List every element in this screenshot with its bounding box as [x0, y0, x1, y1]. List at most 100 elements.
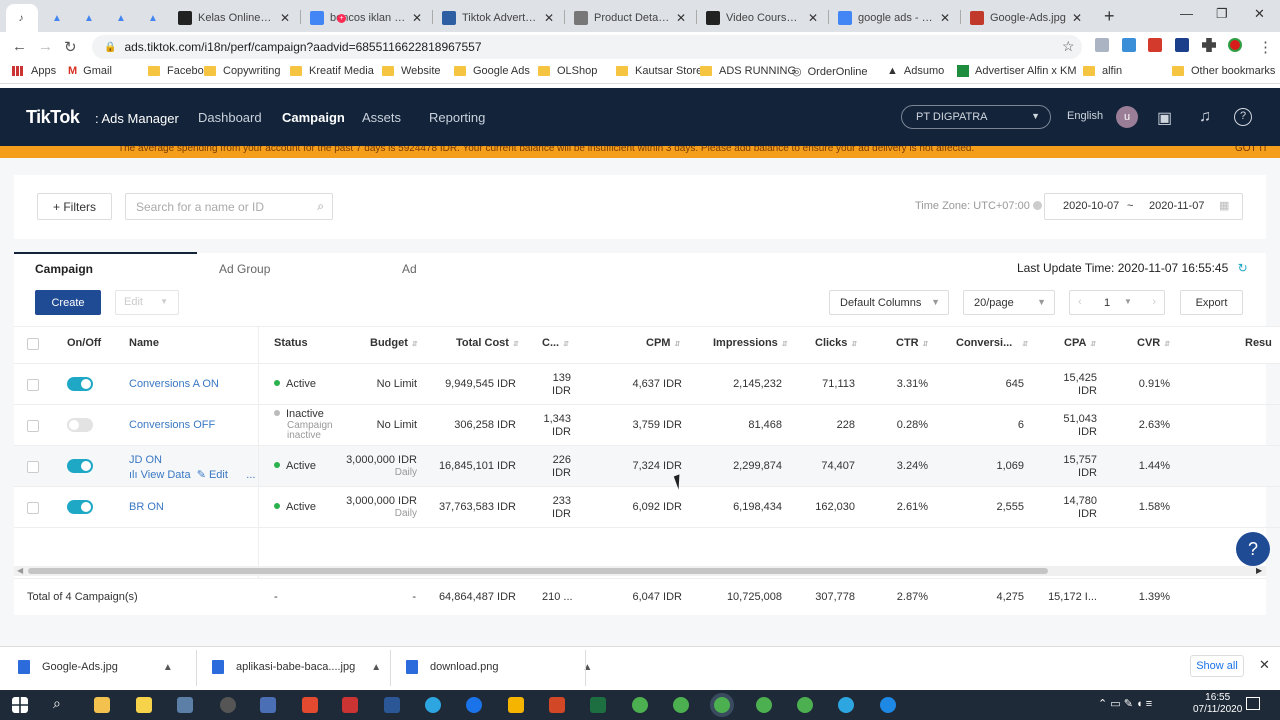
chevron-up-icon[interactable]: ▲: [163, 662, 173, 673]
create-button[interactable]: Create: [35, 290, 101, 315]
campaign-toggle[interactable]: [67, 459, 93, 473]
bookmark-item[interactable]: OLShop: [538, 65, 597, 77]
sticky-notes-icon[interactable]: [136, 697, 152, 713]
close-tab-icon[interactable]: ✕: [1072, 11, 1082, 25]
campaign-toggle[interactable]: [67, 418, 93, 432]
view-data-link[interactable]: View Data: [141, 469, 191, 481]
tab-google-ads-3[interactable]: ▲: [106, 4, 134, 32]
app-icon[interactable]: [342, 697, 358, 713]
column-cpm[interactable]: CPM ⇵: [646, 337, 680, 349]
tab-ad[interactable]: Ad: [402, 262, 417, 276]
bookmark-item[interactable]: Advertiser Alfin x KM: [957, 65, 1076, 77]
pagination[interactable]: ‹ 1 ▼ ›: [1069, 290, 1165, 315]
row-checkbox[interactable]: [27, 461, 39, 473]
tab-campaign[interactable]: Campaign: [35, 262, 93, 276]
campaign-name-link[interactable]: Conversions A ON: [129, 378, 219, 390]
next-page-icon[interactable]: ›: [1152, 296, 1156, 308]
scrollbar-thumb[interactable]: [28, 568, 1048, 574]
export-button[interactable]: Export: [1180, 290, 1243, 315]
tray-icons[interactable]: ⌃ ▭ ✎ ◖ ≡: [1098, 697, 1152, 710]
bookmark-item[interactable]: Google Ads: [454, 65, 530, 77]
browser-tab[interactable]: boncos iklan - Google✕: [302, 4, 430, 32]
sort-icon[interactable]: ⇵: [923, 341, 929, 348]
bookmark-item[interactable]: ▲ Adsumo: [887, 65, 944, 77]
browser-tab[interactable]: Tiktok Advertising ✕: [434, 4, 562, 32]
scroll-right-icon[interactable]: ▶: [1256, 566, 1262, 575]
bell-icon[interactable]: ♫: [1199, 108, 1211, 126]
close-window-button[interactable]: ✕: [1254, 6, 1265, 22]
sort-icon[interactable]: ⇵: [674, 341, 680, 348]
app-icon[interactable]: [302, 697, 318, 713]
telegram-icon[interactable]: [425, 697, 441, 713]
bookmark-item[interactable]: ◎ OrderOnline: [792, 65, 868, 79]
chrome-icon[interactable]: [756, 697, 772, 713]
close-tab-icon[interactable]: ✕: [280, 11, 290, 25]
word-icon[interactable]: [384, 697, 400, 713]
close-tab-icon[interactable]: ✕: [544, 11, 554, 25]
telegram-icon[interactable]: [838, 697, 854, 713]
chevron-up-icon[interactable]: ▲: [371, 662, 381, 673]
bookmark-item[interactable]: alfin: [1083, 65, 1122, 77]
taskbar-clock[interactable]: 16:55 07/11/2020: [1193, 692, 1242, 716]
chevron-up-icon[interactable]: ▲: [583, 662, 593, 673]
bookmark-item[interactable]: Copywriting: [204, 65, 280, 77]
prev-page-icon[interactable]: ‹: [1078, 296, 1082, 308]
app-icon[interactable]: [880, 697, 896, 713]
refresh-icon[interactable]: ↻: [1238, 261, 1248, 275]
language-selector[interactable]: English: [1067, 110, 1103, 122]
search-icon[interactable]: ⌕: [53, 695, 61, 712]
back-arrow-icon[interactable]: ←: [12, 38, 27, 55]
more-actions-icon[interactable]: ...: [246, 469, 255, 481]
select-all-checkbox[interactable]: [27, 338, 39, 350]
date-range-picker[interactable]: 2020-10-07 ~ 2020-11-07 ▦: [1044, 193, 1243, 220]
maximize-button[interactable]: ❐: [1216, 6, 1228, 22]
chrome-icon[interactable]: [673, 697, 689, 713]
campaign-name-link[interactable]: BR ON: [129, 501, 164, 513]
excel-icon[interactable]: [590, 697, 606, 713]
app-icon[interactable]: [220, 697, 236, 713]
sort-icon[interactable]: ⇵: [1090, 341, 1096, 348]
edit-dropdown[interactable]: Edit ▼: [115, 290, 179, 315]
minimize-button[interactable]: —: [1180, 6, 1193, 21]
tab-google-ads-4[interactable]: ▲: [138, 4, 166, 32]
banner-got-it-button[interactable]: GOT IT: [1235, 146, 1268, 154]
sort-icon[interactable]: ⇵: [513, 341, 519, 348]
show-all-button[interactable]: Show all: [1190, 655, 1244, 677]
browser-tab[interactable]: Product Details - ✕: [566, 4, 694, 32]
column-ctr[interactable]: CTR ⇵: [896, 337, 928, 349]
close-tab-icon[interactable]: ✕: [940, 11, 950, 25]
new-tab-button[interactable]: +: [1104, 6, 1115, 27]
nav-reporting[interactable]: Reporting: [429, 110, 485, 125]
column-cpc[interactable]: C... ⇵: [542, 337, 569, 349]
sort-icon[interactable]: ⇵: [563, 341, 569, 348]
tab-google-ads-2[interactable]: ▲: [74, 4, 102, 32]
calculator-icon[interactable]: [177, 697, 193, 713]
menu-kebab-icon[interactable]: ⋮: [1258, 38, 1273, 56]
tab-google-ads-1[interactable]: ▲: [42, 4, 70, 32]
columns-dropdown[interactable]: Default Columns ▼: [829, 290, 949, 315]
reload-icon[interactable]: ↻: [64, 38, 77, 56]
extension-icon[interactable]: [1148, 38, 1162, 52]
column-total-cost[interactable]: Total Cost ⇵: [456, 337, 519, 349]
tab-tiktok-ads[interactable]: ♪: [6, 4, 38, 32]
row-checkbox[interactable]: [27, 420, 39, 432]
column-cpa[interactable]: CPA ⇵: [1064, 337, 1096, 349]
scroll-left-icon[interactable]: ◀: [17, 566, 23, 575]
extension-icon[interactable]: [1095, 38, 1109, 52]
tab-ad-group[interactable]: Ad Group: [219, 262, 270, 276]
bookmark-item[interactable]: Website: [382, 65, 441, 77]
help-button[interactable]: ?: [1236, 532, 1270, 566]
star-icon[interactable]: ☆: [1062, 38, 1075, 55]
close-downloads-icon[interactable]: ✕: [1259, 657, 1270, 673]
bookmark-item[interactable]: ADS RUNNING: [700, 65, 796, 77]
row-checkbox[interactable]: [27, 379, 39, 391]
browser-tab[interactable]: Video Course Tiktok ✕: [698, 4, 826, 32]
extension-icon[interactable]: [1175, 38, 1189, 52]
browser-tab[interactable]: google ads - Google ✕: [830, 4, 958, 32]
download-item[interactable]: download.png ▲: [406, 658, 592, 676]
user-avatar[interactable]: u: [1116, 106, 1138, 128]
chrome-icon[interactable]: [714, 697, 730, 713]
column-budget[interactable]: Budget ⇵: [370, 337, 418, 349]
account-selector[interactable]: PT DIGPATRA ▼: [901, 105, 1051, 129]
filters-button[interactable]: + Filters: [37, 193, 112, 220]
